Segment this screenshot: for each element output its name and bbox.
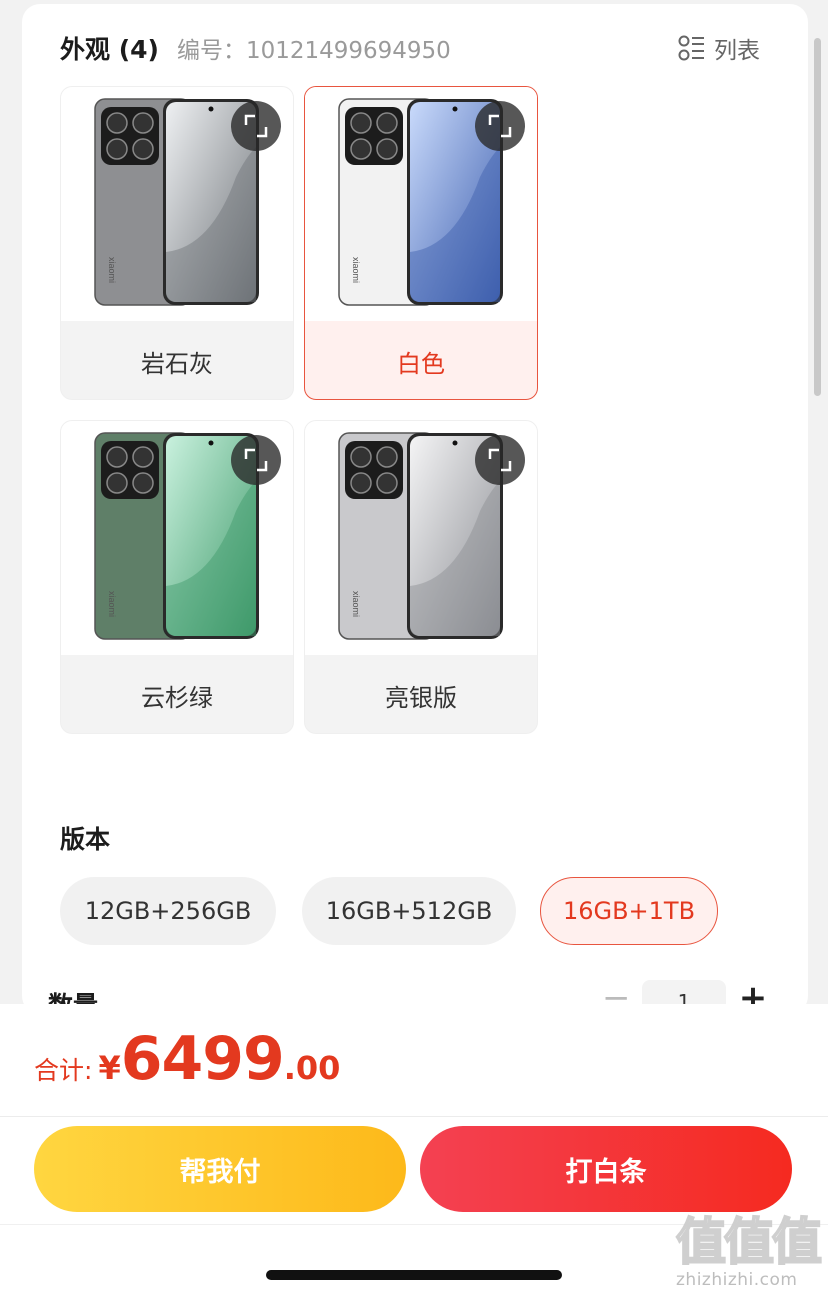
expand-icon	[488, 114, 512, 138]
scrollbar[interactable]	[814, 38, 821, 396]
expand-image-button[interactable]	[475, 435, 525, 485]
version-option-0[interactable]: 12GB+256GB	[60, 877, 276, 945]
total-amount-integer: 6499	[120, 1024, 285, 1094]
appearance-header: 外观 (4) 编号：10121499694950	[60, 30, 451, 66]
expand-image-button[interactable]	[231, 435, 281, 485]
version-option-1[interactable]: 16GB+512GB	[302, 877, 516, 945]
list-view-toggle[interactable]: 列表	[678, 30, 760, 66]
color-option-label: 云杉绿	[141, 683, 213, 712]
divider	[0, 1116, 828, 1117]
svg-text:xiaomi: xiaomi	[107, 257, 117, 283]
expand-icon	[244, 114, 268, 138]
list-view-label: 列表	[714, 38, 760, 64]
product-code: 编号：10121499694950	[176, 38, 451, 64]
list-view-icon	[678, 35, 704, 61]
expand-icon	[488, 448, 512, 472]
product-options-sheet: 外观 (4) 编号：10121499694950 列表 xiaomi 岩石灰 xia…	[22, 4, 808, 1014]
version-option-label: 12GB+256GB	[84, 897, 252, 925]
expand-image-button[interactable]	[475, 101, 525, 151]
version-option-label: 16GB+1TB	[562, 897, 696, 925]
baitiao-pay-button[interactable]: 打白条	[420, 1126, 792, 1212]
expand-icon	[244, 448, 268, 472]
checkout-bar: 合计: ¥ 6499 .00 帮我付 打白条 值值值 zhizhizhi.com	[0, 1004, 828, 1298]
svg-text:xiaomi: xiaomi	[107, 591, 117, 617]
svg-text:xiaomi: xiaomi	[351, 591, 361, 617]
help-me-pay-button[interactable]: 帮我付	[34, 1126, 406, 1212]
watermark-logo: 值值值	[675, 1212, 823, 1272]
color-option-label: 白色	[397, 349, 445, 378]
version-title: 版本	[60, 825, 111, 854]
watermark-url: zhizhizhi.com	[676, 1270, 798, 1290]
color-option-label: 亮银版	[385, 683, 457, 712]
home-indicator[interactable]	[266, 1270, 562, 1280]
color-option-3[interactable]: xiaomi 亮银版	[304, 420, 538, 734]
version-option-2[interactable]: 16GB+1TB	[540, 877, 718, 945]
color-option-label: 岩石灰	[141, 349, 213, 378]
color-option-0[interactable]: xiaomi 岩石灰	[60, 86, 294, 400]
total-price: 合计: ¥ 6499 .00	[34, 1024, 340, 1094]
svg-text:xiaomi: xiaomi	[351, 257, 361, 283]
color-option-1[interactable]: xiaomi 白色	[304, 86, 538, 400]
color-option-2[interactable]: xiaomi 云杉绿	[60, 420, 294, 734]
expand-image-button[interactable]	[231, 101, 281, 151]
total-amount-decimal: .00	[283, 1049, 341, 1087]
version-option-label: 16GB+512GB	[325, 897, 493, 925]
currency-symbol: ¥	[98, 1049, 121, 1087]
total-label: 合计:	[34, 1056, 93, 1085]
appearance-title: 外观 (4)	[60, 35, 159, 64]
watermark: 值值值 zhizhizhi.com	[675, 1212, 824, 1296]
